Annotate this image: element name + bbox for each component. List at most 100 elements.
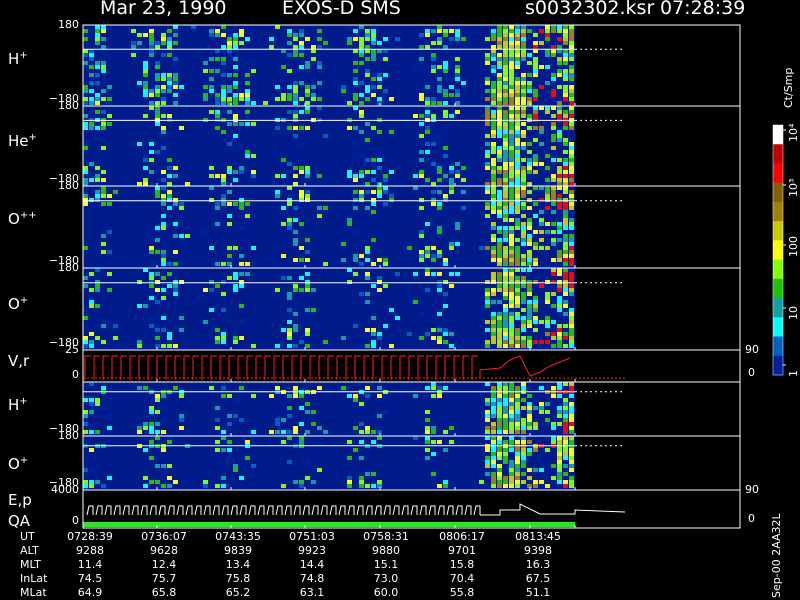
spectrogram-cell xyxy=(239,262,244,266)
spectrogram-cell xyxy=(509,316,514,320)
spectrogram-cell xyxy=(491,69,496,73)
spectrogram-cell xyxy=(419,206,424,210)
spectrogram-cell xyxy=(569,276,574,280)
spectrogram-cell xyxy=(101,25,106,29)
spectrogram-cell xyxy=(221,340,226,344)
spectrogram-cell xyxy=(491,316,496,320)
spectrogram-cell xyxy=(299,440,304,444)
spectrogram-cell xyxy=(305,460,310,464)
spectrogram-cell xyxy=(533,89,538,93)
spectrogram-cell xyxy=(497,190,502,194)
spectrogram-cell xyxy=(521,382,526,386)
spectrogram-cell xyxy=(371,262,376,266)
spectrogram-cell xyxy=(491,426,496,430)
spectrogram-cell xyxy=(227,73,232,77)
spectrogram-cell xyxy=(545,25,550,29)
spectrogram-cell xyxy=(533,93,538,97)
table-cell: 9839 xyxy=(224,544,252,557)
colorbar-segment xyxy=(773,298,783,318)
spectrogram-cell xyxy=(491,324,496,328)
spectrogram-cell xyxy=(101,234,106,238)
spectrogram-cell xyxy=(515,414,520,418)
spectrogram-cell xyxy=(521,182,526,186)
spectrogram-cell xyxy=(107,288,112,292)
spectrogram-cell xyxy=(437,254,442,258)
spectrogram-cell xyxy=(233,41,238,45)
spectrogram-cell xyxy=(431,114,436,118)
spectrogram-cell xyxy=(503,406,508,410)
spectrogram-cell xyxy=(527,452,532,456)
spectrogram-cell xyxy=(521,336,526,340)
spectrogram-cell xyxy=(545,484,550,488)
spectrogram-cell xyxy=(509,65,514,69)
spectrogram-cell xyxy=(569,166,574,170)
spectrogram-cell xyxy=(281,206,286,210)
spectrogram-cell xyxy=(521,254,526,258)
spectrogram-cell xyxy=(167,174,172,178)
spectrogram-cell xyxy=(377,276,382,280)
spectrogram-cell xyxy=(233,33,238,37)
spectrogram-cell xyxy=(143,178,148,182)
spectrogram-cell xyxy=(443,45,448,49)
spectrogram-cell xyxy=(155,480,160,484)
spectrogram-cell xyxy=(383,186,388,190)
spectrogram-cell xyxy=(359,476,364,480)
spectrogram-cell xyxy=(359,101,364,105)
spectrogram-cell xyxy=(281,174,286,178)
spectrogram-cell xyxy=(83,316,88,320)
spectrogram-cell xyxy=(437,89,442,93)
spectrogram-cell xyxy=(95,37,100,41)
spectrogram-cell xyxy=(137,426,142,430)
spectrogram-cell xyxy=(551,93,556,97)
spectrogram-cell xyxy=(485,106,490,110)
spectrogram-cell xyxy=(491,85,496,89)
spectrogram-cell xyxy=(221,182,226,186)
spectrogram-cell xyxy=(293,230,298,234)
spectrogram-cell xyxy=(515,37,520,41)
spectrogram-cell xyxy=(563,430,568,434)
spectrogram-cell xyxy=(425,246,430,250)
spectrogram-cell xyxy=(161,464,166,468)
spectrogram-cell xyxy=(521,340,526,344)
spectrogram-cell xyxy=(347,25,352,29)
spectrogram-cell xyxy=(503,304,508,308)
spectrogram-cell xyxy=(497,202,502,206)
spectrogram-cell xyxy=(317,106,322,110)
spectrogram-cell xyxy=(161,198,166,202)
spectrogram-cell xyxy=(377,190,382,194)
panel-label-text: He xyxy=(8,132,29,150)
spectrogram-cell xyxy=(359,296,364,300)
spectrogram-cell xyxy=(509,258,514,262)
spectrogram-cell xyxy=(509,194,514,198)
spectrogram-cell xyxy=(419,258,424,262)
spectrogram-cell xyxy=(527,158,532,162)
spectrogram-cell xyxy=(443,110,448,114)
spectrogram-cell xyxy=(491,206,496,210)
spectrogram-cell xyxy=(497,426,502,430)
spectrogram-cell xyxy=(161,170,166,174)
spectrogram-cell xyxy=(233,114,238,118)
table-cell: 0758:31 xyxy=(363,530,409,543)
spectrogram-cell xyxy=(491,328,496,332)
spectrogram-cell xyxy=(353,254,358,258)
spectrogram-cell xyxy=(551,292,556,296)
spectrogram-cell xyxy=(293,85,298,89)
spectrogram-cell xyxy=(527,150,532,154)
spectrogram-cell xyxy=(533,154,538,158)
spectrogram-cell xyxy=(497,452,502,456)
table-cell: 74.5 xyxy=(77,572,103,585)
colorbar-segment xyxy=(773,240,783,261)
spectrogram-cell xyxy=(449,37,454,41)
spectrogram-cell xyxy=(503,386,508,390)
spectrogram-cell xyxy=(533,214,538,218)
spectrogram-cell xyxy=(365,328,370,332)
spectrogram-cell xyxy=(539,468,544,472)
spectrogram-cell xyxy=(431,29,436,33)
spectrogram-cell xyxy=(305,344,310,348)
spectrogram-cell xyxy=(131,53,136,57)
spectrogram-cell xyxy=(221,198,226,202)
spectrogram-cell xyxy=(569,386,574,390)
table-cell: 0736:07 xyxy=(141,530,187,543)
spectrogram-cell xyxy=(557,280,562,284)
spectrogram-cell xyxy=(203,97,208,101)
